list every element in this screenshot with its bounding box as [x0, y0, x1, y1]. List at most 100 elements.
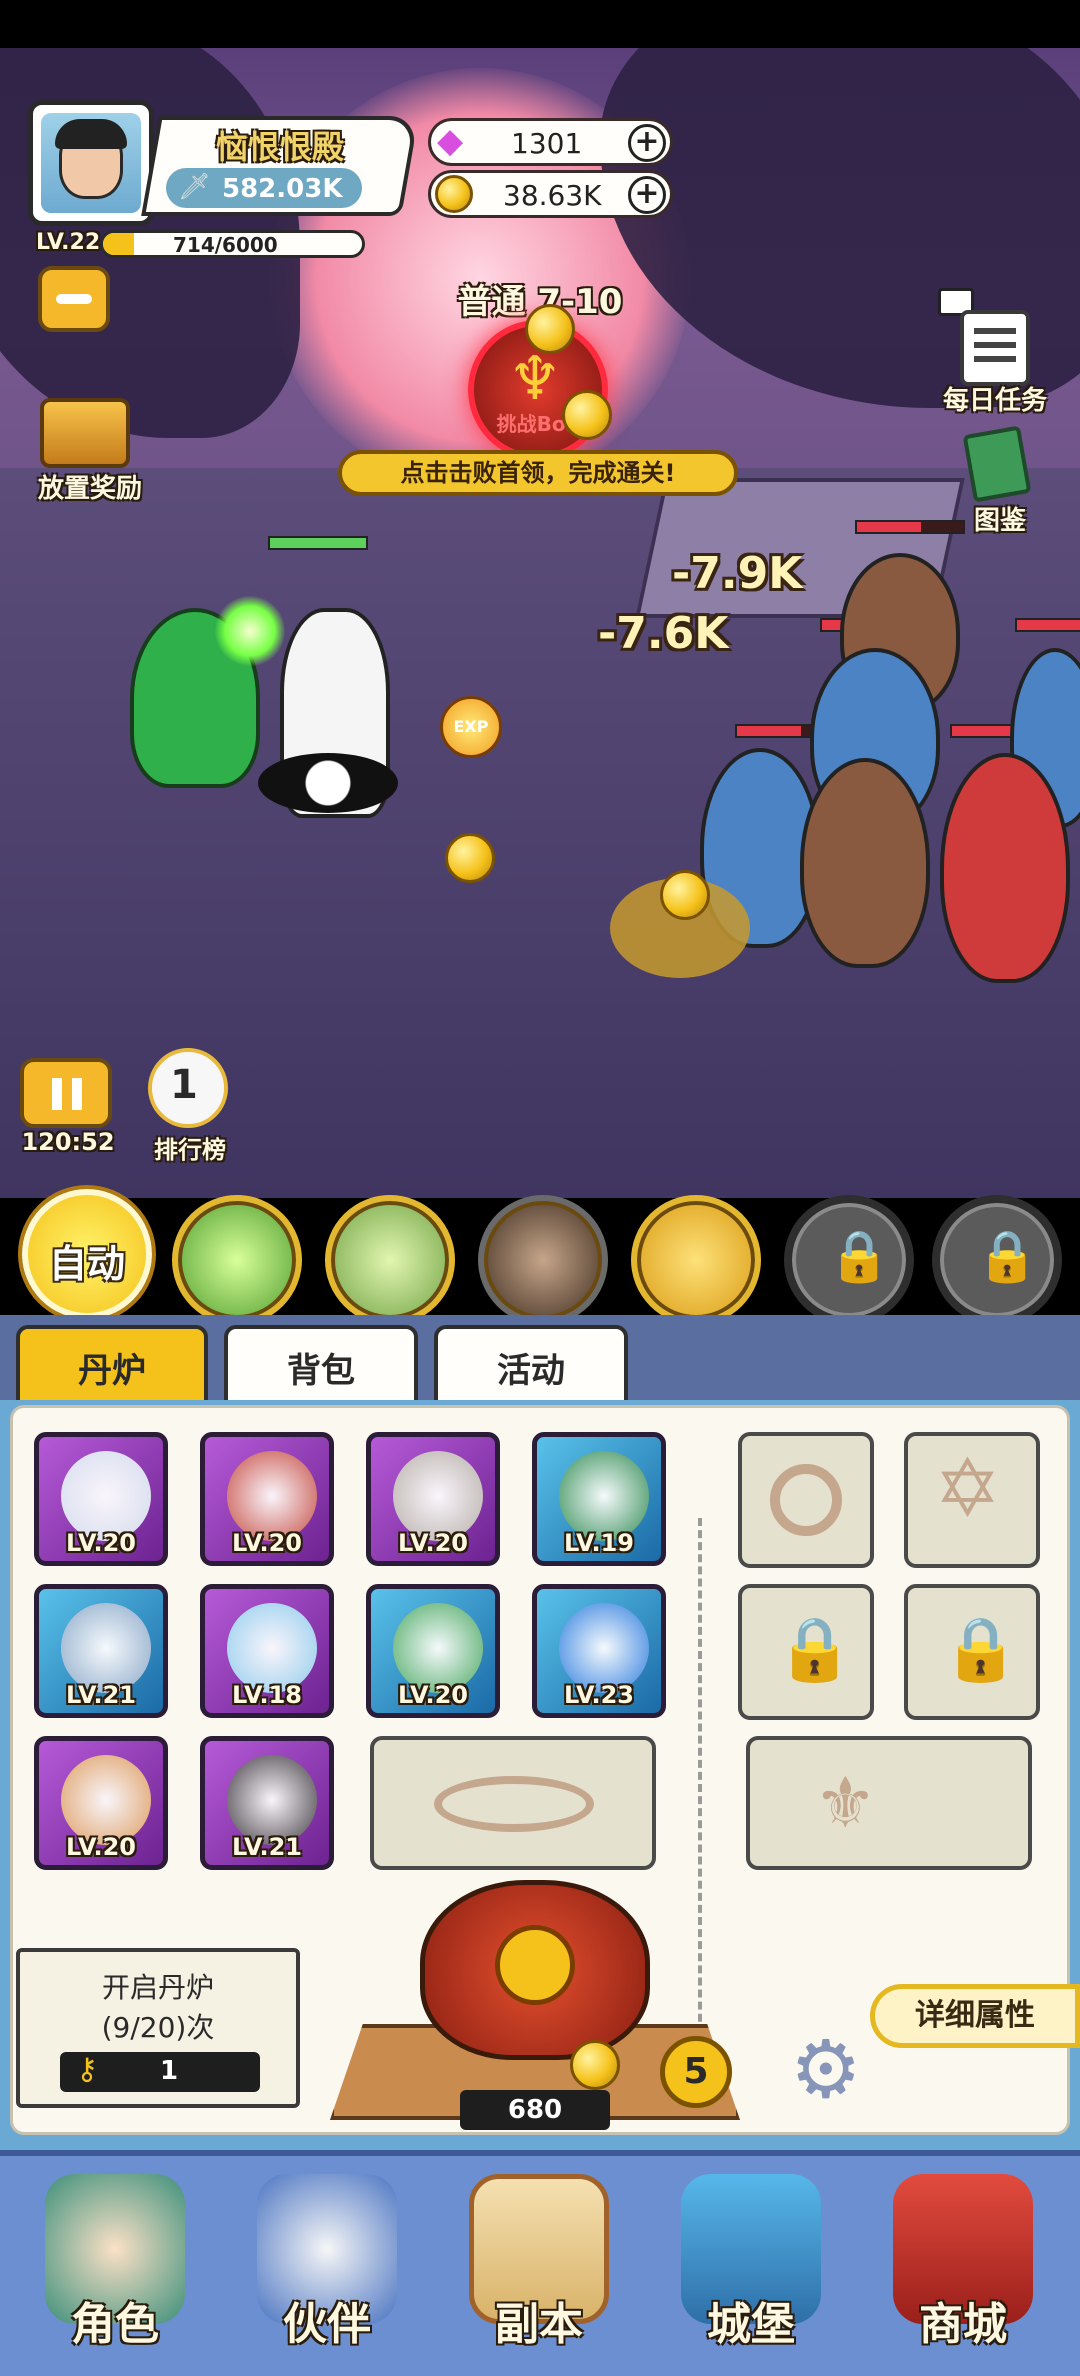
- menu-button[interactable]: [38, 266, 110, 332]
- item-level: LV.18: [232, 1681, 302, 1709]
- skill-bar: 自动 🔒 🔒: [0, 1185, 1080, 1325]
- nav-shop[interactable]: 商城: [868, 2170, 1058, 2370]
- damage-number: -7.6K: [598, 608, 729, 659]
- furnace-level-badge: 5: [660, 2036, 732, 2108]
- equip-slot-talisman[interactable]: [370, 1736, 656, 1870]
- enemy-brown-hair: [800, 758, 930, 968]
- lock-icon: 🔒: [942, 1612, 1020, 1685]
- lock-icon: 🔒: [776, 1612, 854, 1685]
- player-level: LV.22: [36, 230, 101, 255]
- item-slot[interactable]: LV.19: [532, 1432, 666, 1566]
- item-slot[interactable]: LV.21: [200, 1736, 334, 1870]
- item-slot[interactable]: LV.20: [366, 1432, 500, 1566]
- item-level: LV.23: [564, 1681, 634, 1709]
- skill-slot-locked[interactable]: 🔒: [932, 1195, 1062, 1325]
- item-slot[interactable]: LV.20: [366, 1584, 500, 1718]
- leaderboard-icon[interactable]: 1: [148, 1048, 228, 1128]
- open-furnace-card: 开启丹炉 (9/20)次 ⚷ 1: [16, 1948, 300, 2108]
- equip-slot-locked[interactable]: 🔒: [904, 1584, 1040, 1720]
- furnace-panel: LV.20 LV.20 LV.20 LV.19 LV.21 LV.18 LV.20 LV.23…: [0, 1400, 1080, 2150]
- exp-drop: EXP: [440, 696, 502, 758]
- item-slot[interactable]: LV.20: [34, 1432, 168, 1566]
- player-avatar[interactable]: [28, 100, 154, 226]
- sword-icon: [61, 1451, 151, 1541]
- open-furnace-count: (9/20)次: [101, 2011, 215, 2044]
- skill-green-orb[interactable]: [172, 1195, 302, 1325]
- boss-horns-icon: ♆: [508, 344, 562, 414]
- exp-bar: 714/6000: [100, 230, 365, 258]
- nav-dungeon[interactable]: 副本: [444, 2170, 634, 2370]
- item-slot[interactable]: LV.20: [34, 1736, 168, 1870]
- menu-icon: [56, 294, 92, 304]
- coin-drop-icon: [562, 390, 612, 440]
- ring-icon: [61, 1755, 151, 1845]
- pause-button[interactable]: [20, 1058, 112, 1128]
- settings-gear-icon[interactable]: ⚙: [790, 2030, 862, 2110]
- furnace-cost: 680: [460, 2090, 610, 2130]
- codex-book-icon[interactable]: [962, 425, 1032, 503]
- nav-label: 伙伴: [283, 2299, 371, 2350]
- item-slot[interactable]: LV.18: [200, 1584, 334, 1718]
- coin-icon: [570, 2040, 620, 2090]
- open-furnace-title: 开启丹炉: [101, 1971, 214, 2004]
- boots-icon: [227, 1755, 317, 1845]
- skill-shadow-strike[interactable]: [478, 1195, 608, 1325]
- daily-tasks-label: 每日任务: [942, 386, 1047, 416]
- water-orb-icon: [559, 1603, 649, 1693]
- battle-scene[interactable]: 恼恨恨殿 🗡 582.03K LV.22 714/6000 ◆ 1301 + 3…: [0, 48, 1080, 1198]
- gem-icon: ◆: [437, 121, 464, 161]
- item-slot[interactable]: LV.21: [34, 1584, 168, 1718]
- equip-slot-star[interactable]: ✡: [904, 1432, 1040, 1568]
- key-icon: ⚷: [76, 2052, 98, 2087]
- nav-castle[interactable]: 城堡: [656, 2170, 846, 2370]
- tab-furnace[interactable]: 丹炉: [16, 1325, 208, 1405]
- details-button[interactable]: 详细属性: [870, 1984, 1080, 2048]
- auto-skill-label: 自动: [48, 1242, 125, 1286]
- equip-slot-locked[interactable]: 🔒: [738, 1584, 874, 1720]
- add-gems-button[interactable]: +: [628, 124, 666, 162]
- equip-slot-emblem[interactable]: [738, 1432, 874, 1568]
- lock-icon: 🔒: [828, 1227, 891, 1285]
- robe-icon: [393, 1451, 483, 1541]
- enemy-bald-monk: [940, 753, 1070, 983]
- item-slot[interactable]: LV.23: [532, 1584, 666, 1718]
- equip-slot-weapon[interactable]: ⚜: [746, 1736, 1032, 1870]
- divider: [698, 1518, 702, 2058]
- item-slot[interactable]: LV.20: [200, 1432, 334, 1566]
- magic-circle-icon: [434, 1776, 594, 1832]
- staff-icon: [61, 1603, 151, 1693]
- auto-skill-button[interactable]: 自动: [22, 1189, 152, 1319]
- emblem-icon: [770, 1464, 842, 1536]
- stage-hint-banner: 点击击败首领，完成通关!: [338, 450, 738, 496]
- treasure-chest-icon[interactable]: [40, 398, 130, 468]
- alchemy-furnace[interactable]: [420, 1880, 650, 2060]
- item-level: LV.21: [232, 1833, 302, 1861]
- yin-yang-platform: [258, 753, 398, 813]
- furnace-emblem-icon: [495, 1925, 575, 2005]
- item-level: LV.20: [66, 1833, 136, 1861]
- tab-backpack[interactable]: 背包: [224, 1325, 418, 1405]
- add-gold-button[interactable]: +: [628, 176, 666, 214]
- leaderboard-label: 排行榜: [154, 1136, 226, 1164]
- item-level: LV.20: [398, 1529, 468, 1557]
- key-count: 1: [160, 2056, 179, 2086]
- coin-drop-icon: [445, 833, 495, 883]
- gold-count: 38.63K: [503, 179, 602, 212]
- damage-number: -7.9K: [672, 548, 803, 599]
- nav-label: 角色: [71, 2299, 159, 2350]
- skill-slot-locked[interactable]: 🔒: [784, 1195, 914, 1325]
- nav-partner[interactable]: 伙伴: [232, 2170, 422, 2370]
- skill-golden-body[interactable]: [631, 1195, 761, 1325]
- item-level: LV.20: [232, 1529, 302, 1557]
- codex-label: 图鉴: [973, 506, 1026, 536]
- nav-character[interactable]: 角色: [20, 2170, 210, 2370]
- daily-tasks-icon[interactable]: [960, 310, 1030, 386]
- coin-drop-icon: [660, 870, 710, 920]
- swirl-orb-icon: [227, 1603, 317, 1693]
- dragon-orb-icon: [559, 1451, 649, 1541]
- energy-orb: [215, 596, 285, 666]
- player-name: 恼恨恨殿: [215, 128, 344, 166]
- tab-events[interactable]: 活动: [434, 1325, 628, 1405]
- skill-wind-blast[interactable]: [325, 1195, 455, 1325]
- enemy-hp-bar: [1015, 618, 1080, 632]
